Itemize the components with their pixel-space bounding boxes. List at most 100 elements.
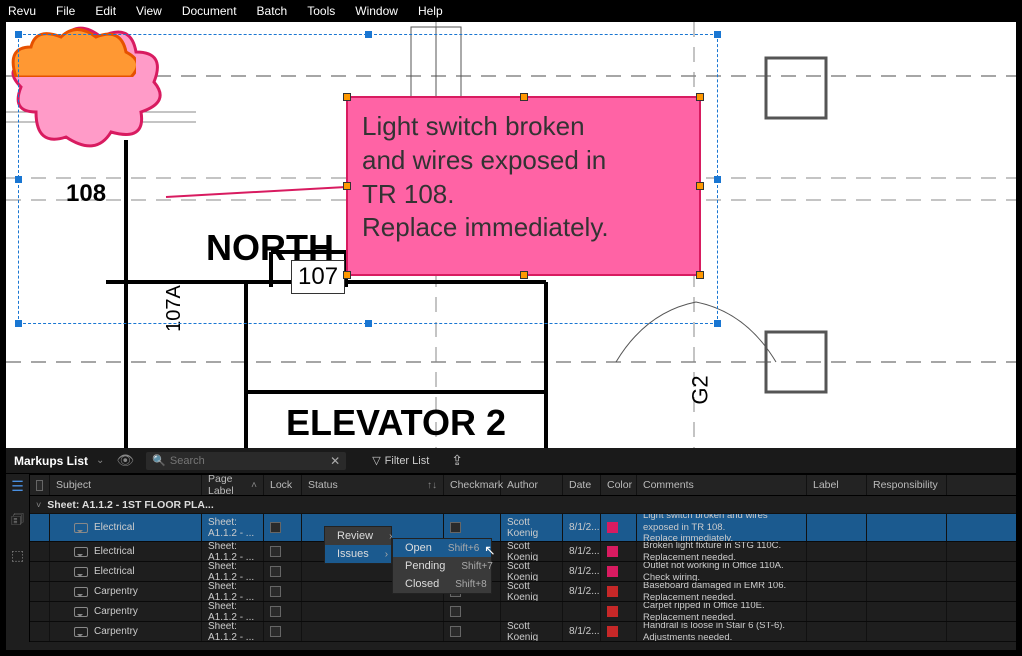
- ctx-closed[interactable]: ClosedShift+8: [393, 575, 491, 593]
- cell-status[interactable]: [302, 602, 444, 621]
- menu-view[interactable]: View: [136, 4, 162, 18]
- cell-status[interactable]: [302, 622, 444, 641]
- cell-date: 8/1/2...: [563, 622, 601, 641]
- col-status[interactable]: Status↑↓: [302, 475, 444, 495]
- menu-window[interactable]: Window: [355, 4, 398, 18]
- ctx-review[interactable]: Review›: [325, 527, 391, 545]
- menu-help[interactable]: Help: [418, 4, 443, 18]
- cell-label: [807, 514, 867, 541]
- cell-lock[interactable]: [264, 582, 302, 601]
- summary-icon[interactable]: 🗊: [11, 509, 24, 533]
- status-sub-menu[interactable]: OpenShift+6 PendingShift+7 ClosedShift+8: [392, 538, 492, 594]
- cell-responsibility: [867, 602, 947, 621]
- table-row[interactable]: Electrical Sheet: A1.1.2 - ... Scott Koe…: [30, 542, 1016, 562]
- callout-text-line: and wires exposed in: [362, 144, 685, 178]
- callout-markup[interactable]: Light switch broken and wires exposed in…: [346, 96, 701, 276]
- cell-checkmark[interactable]: [444, 622, 501, 641]
- cell-lock[interactable]: [264, 602, 302, 621]
- cell-date: 8/1/2...: [563, 582, 601, 601]
- cell-comments: Carpet ripped in Office 110E. Replacemen…: [637, 602, 807, 621]
- sort-asc-icon: ˄: [251, 480, 257, 491]
- col-date[interactable]: Date: [563, 475, 601, 495]
- panel-title: Markups List: [14, 454, 88, 468]
- col-responsibility[interactable]: Responsibility: [867, 475, 947, 495]
- document-viewport[interactable]: › 108 NORTH I 107 107A ELEVATOR 2 G2 Lig…: [6, 22, 1016, 448]
- cell-lock[interactable]: [264, 622, 302, 641]
- table-row[interactable]: Carpentry Sheet: A1.1.2 - ... Carpet rip…: [30, 602, 1016, 622]
- cell-subject: Electrical: [94, 566, 135, 577]
- cell-comments: Broken light fixture in STG 110C. Replac…: [637, 542, 807, 561]
- col-page[interactable]: Page Label˄: [202, 475, 264, 495]
- cell-label: [807, 622, 867, 641]
- col-color[interactable]: Color: [601, 475, 637, 495]
- col-author[interactable]: Author: [501, 475, 563, 495]
- cell-page: Sheet: A1.1.2 - ...: [202, 622, 264, 641]
- cell-date: 8/1/2...: [563, 562, 601, 581]
- callout-icon: [74, 523, 88, 533]
- col-lock[interactable]: Lock: [264, 475, 302, 495]
- ctx-pending[interactable]: PendingShift+7: [393, 557, 491, 575]
- grid-label-g2: G2: [688, 375, 714, 404]
- col-label[interactable]: Label: [807, 475, 867, 495]
- col-checkmark[interactable]: Checkmark: [444, 475, 501, 495]
- cell-page: Sheet: A1.1.2 - ...: [202, 582, 264, 601]
- expand-icon[interactable]: ˅: [36, 500, 41, 510]
- callout-icon: [74, 627, 88, 637]
- table-row[interactable]: Carpentry Sheet: A1.1.2 - ... Scott Koen…: [30, 622, 1016, 642]
- callout-icon: [74, 567, 88, 577]
- group-label: Sheet: A1.1.2 - 1ST FLOOR PLA...: [47, 499, 213, 511]
- panel-header: Markups List ⌄ 👁 🔍 ✕ ▽ Filter List ⇪: [6, 448, 1016, 474]
- sort-icon: ↑↓: [427, 480, 437, 491]
- cell-label: [807, 542, 867, 561]
- status-context-menu[interactable]: Review› Issues›: [324, 526, 392, 564]
- room-label-elevator: ELEVATOR 2: [286, 402, 506, 444]
- table-row[interactable]: Carpentry Sheet: A1.1.2 - ... Scott Koen…: [30, 582, 1016, 602]
- cell-color: [601, 542, 637, 561]
- chevron-right-icon: ›: [385, 549, 388, 560]
- menu-file[interactable]: File: [56, 4, 75, 18]
- search-box[interactable]: 🔍 ✕: [146, 452, 346, 470]
- cell-label: [807, 602, 867, 621]
- cell-color: [601, 602, 637, 621]
- cell-lock[interactable]: [264, 542, 302, 561]
- menu-revu[interactable]: Revu: [8, 4, 36, 18]
- cell-subject: Carpentry: [94, 606, 138, 617]
- cell-responsibility: [867, 514, 947, 541]
- cell-label: [807, 562, 867, 581]
- cell-author: Scott Koenig: [501, 562, 563, 581]
- cell-responsibility: [867, 542, 947, 561]
- cell-date: 8/1/2...: [563, 514, 601, 541]
- table-row[interactable]: Electrical Sheet: A1.1.2 - ... Scott Koe…: [30, 562, 1016, 582]
- panel-dropdown-icon[interactable]: ⌄: [96, 455, 104, 466]
- list-view-icon[interactable]: ☰: [11, 478, 24, 495]
- filter-button[interactable]: ▽ Filter List: [372, 454, 429, 467]
- cell-checkmark[interactable]: [444, 514, 501, 541]
- col-checkbox[interactable]: [30, 475, 50, 495]
- cell-subject: Carpentry: [94, 586, 138, 597]
- table-row[interactable]: Electrical Sheet: A1.1.2 - ... Scott Koe…: [30, 514, 1016, 542]
- col-subject[interactable]: Subject: [50, 475, 202, 495]
- ctx-issues[interactable]: Issues›: [325, 545, 391, 563]
- ctx-open[interactable]: OpenShift+6: [393, 539, 491, 557]
- menubar: Revu File Edit View Document Batch Tools…: [0, 0, 1022, 22]
- clear-search-icon[interactable]: ✕: [330, 454, 340, 468]
- menu-document[interactable]: Document: [182, 4, 237, 18]
- cell-subject: Electrical: [94, 522, 135, 533]
- search-input[interactable]: [170, 455, 330, 467]
- cell-comments: Handrail is loose in Stair 6 (ST-6). Adj…: [637, 622, 807, 641]
- cell-checkmark[interactable]: [444, 602, 501, 621]
- menu-batch[interactable]: Batch: [257, 4, 288, 18]
- cell-lock[interactable]: [264, 562, 302, 581]
- col-comments[interactable]: Comments: [637, 475, 807, 495]
- menu-edit[interactable]: Edit: [95, 4, 116, 18]
- export-icon[interactable]: ⇪: [451, 452, 463, 469]
- search-icon: 🔍: [152, 454, 166, 467]
- cell-author: Scott Koenig: [501, 542, 563, 561]
- cube-icon[interactable]: ⬚: [11, 547, 24, 564]
- cell-lock[interactable]: [264, 514, 302, 541]
- callout-icon: [74, 547, 88, 557]
- visibility-icon[interactable]: 👁: [116, 452, 134, 469]
- group-row[interactable]: ˅ Sheet: A1.1.2 - 1ST FLOOR PLA...: [30, 496, 1016, 514]
- menu-tools[interactable]: Tools: [307, 4, 335, 18]
- cell-author: Scott Koenig: [501, 514, 563, 541]
